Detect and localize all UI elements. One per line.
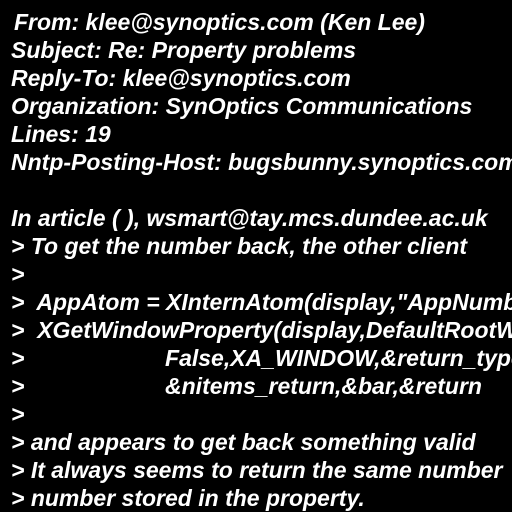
quoted-line: > To get the number back, the other clie… <box>11 233 468 259</box>
quoted-line: > <box>11 261 25 287</box>
header-from: From: klee@synoptics.com (Ken Lee) <box>14 9 425 35</box>
quoted-line: > AppAtom = XInternAtom(display,"AppNumb… <box>11 289 512 315</box>
header-organization: Organization: SynOptics Communications <box>11 93 473 119</box>
quoted-line: > and appears to get back something vali… <box>11 429 476 455</box>
header-nntp-posting-host: Nntp-Posting-Host: bugsbunny.synoptics.c… <box>11 149 512 175</box>
quoted-line: > XGetWindowProperty(display,DefaultRoot… <box>11 317 512 343</box>
quoted-line: > &nitems_return,&bar,&return <box>11 373 482 399</box>
quoted-line: > number stored in the property. <box>11 485 365 511</box>
header-subject: Subject: Re: Property problems <box>11 37 357 63</box>
quoted-line: > <box>11 401 25 427</box>
body-attribution: In article ( ), wsmart@tay.mcs.dundee.ac… <box>11 205 488 231</box>
quoted-line: > It always seems to return the same num… <box>11 457 503 483</box>
header-lines: Lines: 19 <box>11 121 111 147</box>
usenet-message: From: klee@synoptics.com (Ken Lee) Subje… <box>0 0 512 512</box>
quoted-line: > False,XA_WINDOW,&return_type <box>11 345 512 371</box>
header-reply-to: Reply-To: klee@synoptics.com <box>11 65 351 91</box>
